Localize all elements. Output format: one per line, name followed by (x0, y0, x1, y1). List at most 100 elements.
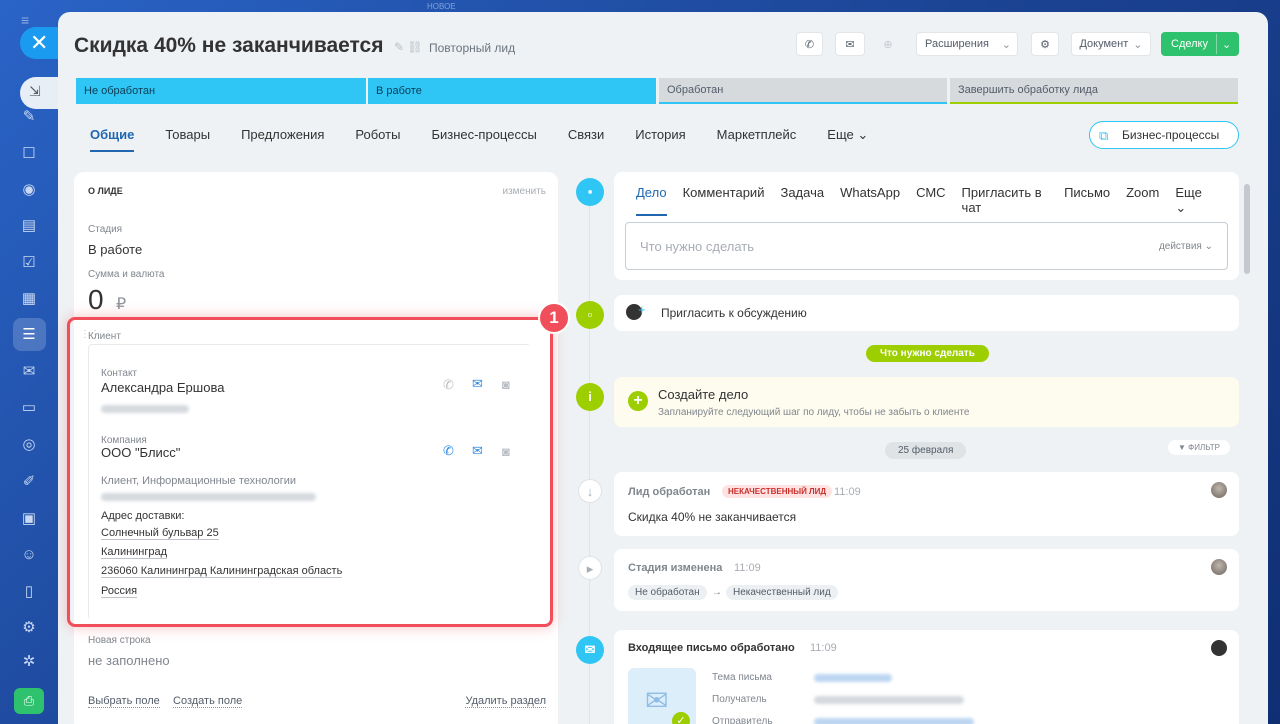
deal-button[interactable]: Сделку ⌄ (1161, 32, 1239, 56)
settings-button[interactable]: ⚙ (1031, 32, 1059, 56)
create-field-link[interactable]: Создать поле (173, 695, 243, 708)
tab-robots[interactable]: Роботы (355, 127, 400, 152)
drive-icon[interactable]: ▭ (19, 398, 39, 418)
scrollbar[interactable] (1244, 184, 1250, 274)
plus-icon: + (638, 302, 646, 317)
file-icon[interactable]: ▯ (19, 582, 39, 602)
document-icon[interactable]: ▤ (19, 216, 39, 236)
business-processes-button[interactable]: ⧉ Бизнес-процессы (1089, 121, 1239, 149)
arrow-right-icon: → (712, 587, 722, 598)
tab-whatsapp[interactable]: WhatsApp (840, 185, 900, 216)
stage-processed[interactable]: Обработан (659, 78, 947, 104)
chevron-down-icon[interactable]: ⌄ (1222, 38, 1231, 51)
stage-in-work[interactable]: В работе (368, 78, 656, 104)
tab-history[interactable]: История (635, 127, 685, 152)
edit-section-link[interactable]: изменить (502, 186, 546, 197)
event-title: Стадия изменена (628, 562, 723, 574)
new-row-value[interactable]: не заполнено (88, 653, 170, 668)
tag-icon: ▸ (578, 556, 602, 580)
create-task-card[interactable]: + Создайте дело Запланируйте следующий ш… (614, 377, 1239, 427)
calendar-icon[interactable]: ▦ (19, 289, 39, 309)
chat-icon[interactable]: ☐ (19, 144, 39, 164)
edit-icon[interactable]: ✎ (19, 107, 39, 127)
search-icon: ⊕ (883, 38, 893, 51)
repeat-lead-label: Повторный лид (429, 41, 516, 55)
target-icon[interactable]: ◎ (19, 435, 39, 455)
automation-icon[interactable]: ⚙ (19, 618, 39, 638)
tab-invite-chat[interactable]: Пригласить в чат (962, 185, 1049, 216)
todo-input[interactable]: Что нужно сделать (625, 222, 1228, 270)
email-button[interactable]: ✉ (835, 32, 865, 56)
stage-field-value[interactable]: В работе (88, 242, 142, 257)
extensions-label: Расширения (925, 38, 989, 50)
tab-sms[interactable]: СМС (916, 185, 945, 216)
phone-button[interactable]: ✆ (796, 32, 823, 56)
create-task-hint: Запланируйте следующий шаг по лиду, чтоб… (658, 407, 970, 418)
contacts-card-icon[interactable]: ▣ (19, 509, 39, 529)
new-label: НОВОЕ (427, 2, 456, 11)
mail-icon: ✉ (576, 636, 604, 664)
tab-links[interactable]: Связи (568, 127, 604, 152)
tab-offers[interactable]: Предложения (241, 127, 324, 152)
new-row-label: Новая строка (88, 635, 151, 646)
actions-dropdown[interactable]: действия ⌄ (1159, 241, 1213, 252)
stage-field-label: Стадия (88, 224, 123, 235)
tab-marketplace[interactable]: Маркетплейс (717, 127, 797, 152)
stage-from-tag: Не обработан (628, 585, 707, 600)
mail-recipient-blurred (814, 696, 964, 704)
extensions-button[interactable]: Расширения ⌄ (916, 32, 1018, 56)
sum-field-value[interactable]: 0 (88, 284, 104, 316)
avatar[interactable] (1211, 559, 1227, 575)
rail-minimize-icon[interactable]: ⇲ (20, 77, 58, 109)
avatar[interactable] (1211, 482, 1227, 498)
tab-more-label: Еще (827, 127, 854, 142)
mail-icon: ✉ (845, 38, 855, 51)
mail-subject-blurred (814, 674, 892, 682)
sign-icon[interactable]: ✐ (19, 472, 39, 492)
avatar[interactable] (1211, 640, 1227, 656)
tab-letter[interactable]: Письмо (1064, 185, 1110, 216)
tab-more[interactable]: Еще ⌄ (827, 127, 868, 152)
menu-icon[interactable]: ≡ (21, 12, 29, 28)
stage-finish[interactable]: Завершить обработку лида (950, 78, 1238, 104)
event-title: Входящее письмо обработано (628, 642, 795, 654)
mail-icon[interactable]: ✉ (19, 362, 39, 382)
filter-icon: ▼ (1178, 443, 1186, 452)
deal-label: Сделку (1171, 38, 1208, 50)
mail-recipient-label: Получатель (712, 694, 767, 705)
employees-icon[interactable]: ☺ (19, 545, 39, 565)
camera-icon[interactable]: ◉ (19, 180, 39, 200)
event-stage-changed: Стадия изменена 11:09 Не обработан → Нек… (614, 549, 1239, 611)
activity-editor: Дело Комментарий Задача WhatsApp СМС При… (614, 172, 1239, 280)
tasks-icon[interactable]: ☑ (19, 253, 39, 273)
tab-zoom[interactable]: Zoom (1126, 185, 1159, 216)
event-title: Лид обработан (628, 486, 711, 498)
edit-link-icons[interactable]: ✎ ⛓ (394, 40, 423, 54)
tab-general[interactable]: Общие (90, 127, 135, 152)
delete-section-link[interactable]: Удалить раздел (465, 695, 546, 708)
event-text[interactable]: Скидка 40% не заканчивается (628, 510, 796, 524)
crm-filter-icon[interactable]: ☰ (19, 325, 39, 345)
tab-task-deal[interactable]: Дело (636, 185, 667, 216)
tab-more[interactable]: Еще ⌄ (1175, 185, 1223, 216)
document-button[interactable]: Документ ⌄ (1071, 32, 1151, 56)
select-field-link[interactable]: Выбрать поле (88, 695, 160, 708)
tab-task[interactable]: Задача (780, 185, 824, 216)
printer-app-icon[interactable]: ⎙ (14, 688, 44, 714)
stage-not-processed[interactable]: Не обработан (76, 78, 366, 104)
page-title: Скидка 40% не заканчивается (74, 34, 384, 57)
actions-label: действия (1158, 241, 1202, 252)
bp-label: Бизнес-процессы (1122, 128, 1220, 142)
filter-button[interactable]: ▼ ФИЛЬТР (1168, 440, 1230, 455)
chevron-down-icon: ⌄ (857, 127, 869, 142)
create-task-title: Создайте дело (658, 387, 749, 402)
envelope-icon: ✉ ✓ (628, 668, 696, 724)
arrow-down-icon: ↓ (578, 479, 602, 503)
settings-icon[interactable]: ✲ (19, 652, 39, 672)
tab-comment[interactable]: Комментарий (683, 185, 765, 216)
tab-business-processes[interactable]: Бизнес-процессы (431, 127, 536, 152)
search-button[interactable]: ⊕ (873, 32, 903, 56)
close-slider-button[interactable]: ✕ (20, 27, 58, 59)
tab-products[interactable]: Товары (165, 127, 210, 152)
invite-card[interactable]: + Пригласить к обсуждению (614, 295, 1239, 331)
